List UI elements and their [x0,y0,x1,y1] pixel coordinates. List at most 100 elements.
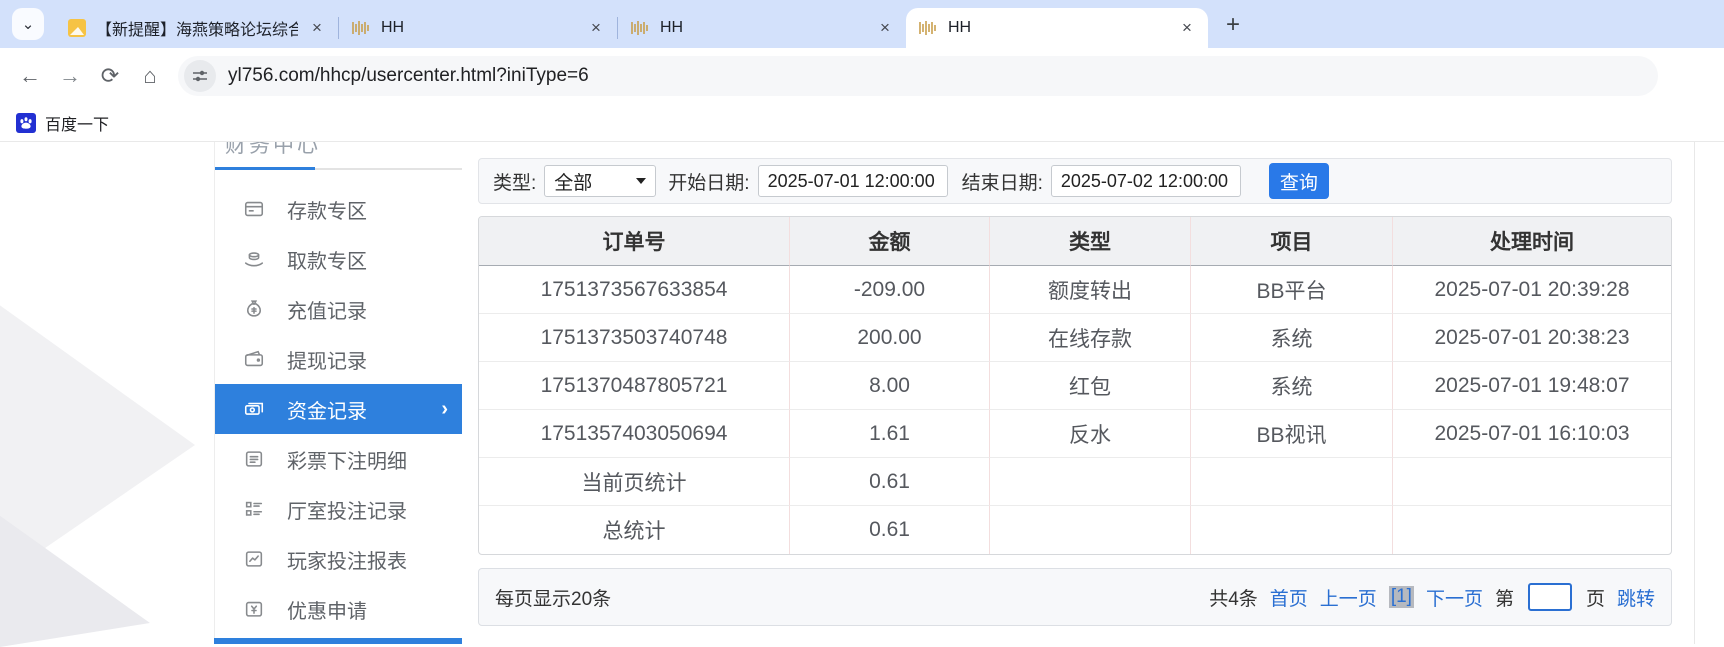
sidebar-item-recharge-records[interactable]: 充值记录 [215,284,462,334]
browser-tab-hh-1[interactable]: HH × [339,8,617,48]
filter-bar: 类型: 全部 开始日期: 结束日期: 查询 [478,158,1672,204]
cell-order-no: 1751373567633854 [479,266,790,314]
moneybag-icon [243,298,265,320]
browser-tab-hh-active[interactable]: HH × [906,8,1208,48]
jump-link[interactable]: 跳转 [1617,584,1655,611]
reload-button[interactable]: ⟳ [90,56,130,96]
sidebar-item-label: 彩票下注明细 [287,445,407,474]
sidebar-item-withdraw-records[interactable]: 提现记录 [215,334,462,384]
browser-tab-bar: ⌄ 【新提醒】海燕策略论坛综合交 × HH × HH × HH × + [0,0,1724,48]
chevron-right-icon: › [441,398,448,421]
close-icon[interactable]: × [876,18,894,38]
page-size-text: 每页显示20条 [495,584,611,611]
cell-empty [1393,506,1671,554]
start-date-label: 开始日期: [668,168,749,195]
reload-icon: ⟳ [101,63,119,89]
first-page-link[interactable]: 首页 [1270,584,1308,611]
end-date-input[interactable] [1051,165,1241,197]
forward-button[interactable]: → [50,56,90,96]
cell-amount: 0.61 [790,458,990,506]
browser-tab-forum[interactable]: 【新提醒】海燕策略论坛综合交 × [56,8,338,48]
cell-order-no: 1751357403050694 [479,410,790,458]
tune-icon [191,67,209,85]
back-button[interactable]: ← [10,56,50,96]
coupon-icon [243,598,265,620]
new-tab-button[interactable]: + [1216,8,1250,42]
sidebar-item-hall-bet-records[interactable]: 厅室投注记录 [215,484,462,534]
main-panel: 类型: 全部 开始日期: 结束日期: 查询 订单号 金额 类型 项目 处理时间 … [478,158,1672,626]
sidebar-item-label: 充值记录 [287,295,367,324]
cell-type: 在线存款 [990,314,1191,362]
cash-icon [243,398,265,420]
total-count-text: 共4条 [1209,584,1258,611]
withdraw-hand-icon [243,248,265,270]
cell-empty [990,506,1191,554]
tab-search-button[interactable]: ⌄ [12,8,44,40]
sidebar-item-withdraw-zone[interactable]: 取款专区 [215,234,462,284]
address-bar[interactable]: yl756.com/hhcp/usercenter.html?iniType=6 [178,56,1658,96]
table-row-total-summary: 总统计 0.61 [479,506,1671,554]
col-header-amount: 金额 [790,217,990,266]
home-icon: ⌂ [143,63,156,89]
cell-summary-label: 当前页统计 [479,458,790,506]
current-page-indicator[interactable]: [1] [1389,586,1414,608]
tab-title: HH [381,19,577,37]
cell-process-time: 2025-07-01 19:48:07 [1393,362,1671,410]
close-icon[interactable]: × [587,18,605,38]
tab-title: 【新提醒】海燕策略论坛综合交 [96,16,298,40]
sidebar-bottom-active-strip [214,638,462,644]
sidebar-heading-clipped: 财务中心 [215,142,462,155]
site-settings-chip[interactable] [184,60,216,92]
cell-amount: 8.00 [790,362,990,410]
col-header-type: 类型 [990,217,1191,266]
close-icon[interactable]: × [1178,18,1196,38]
cell-process-time: 2025-07-01 20:38:23 [1393,314,1671,362]
type-select[interactable]: 全部 [544,165,656,197]
cell-empty [1191,506,1393,554]
col-header-project: 项目 [1191,217,1393,266]
jump-suffix-text: 页 [1586,584,1605,611]
sidebar-item-deposit-zone[interactable]: 存款专区 [215,184,462,234]
cell-project: 系统 [1191,314,1393,362]
tab-title: HH [660,19,866,37]
browser-tab-hh-2[interactable]: HH × [618,8,906,48]
cell-amount: 200.00 [790,314,990,362]
cell-project: BB平台 [1191,266,1393,314]
home-button[interactable]: ⌂ [130,56,170,96]
table-row-page-summary: 当前页统计 0.61 [479,458,1671,506]
page-content: 财务中心 存款专区 取款专区 充值记录 提现记录 资金记录 [0,142,1724,644]
deposit-card-icon [243,198,265,220]
pager: 共4条 首页 上一页 [1] 下一页 第 页 跳转 [1209,583,1655,611]
funds-table: 订单号 金额 类型 项目 处理时间 1751373567633854 -209.… [478,216,1672,555]
jump-prefix-text: 第 [1495,584,1514,611]
table-row: 1751373567633854 -209.00 额度转出 BB平台 2025-… [479,266,1671,314]
sidebar-item-promo-application[interactable]: 优惠申请 [215,584,462,634]
hh-favicon-icon [918,20,938,36]
search-button[interactable]: 查询 [1269,163,1329,199]
type-label: 类型: [493,168,536,195]
sidebar-item-label: 厅室投注记录 [287,495,407,524]
table-row: 1751373503740748 200.00 在线存款 系统 2025-07-… [479,314,1671,362]
cell-amount: -209.00 [790,266,990,314]
plus-icon: + [1226,11,1240,39]
start-date-input[interactable] [758,165,948,197]
prev-page-link[interactable]: 上一页 [1320,584,1377,611]
url-text: yl756.com/hhcp/usercenter.html?iniType=6 [228,65,589,87]
close-icon[interactable]: × [308,18,326,38]
bookmark-baidu[interactable]: 百度一下 [45,111,109,135]
sidebar-item-player-bet-report[interactable]: 玩家投注报表 [215,534,462,584]
chevron-down-icon: ⌄ [22,15,35,33]
next-page-link[interactable]: 下一页 [1426,584,1483,611]
cell-process-time: 2025-07-01 16:10:03 [1393,410,1671,458]
sidebar-item-label: 取款专区 [287,245,367,274]
sidebar-item-label: 优惠申请 [287,595,367,624]
jump-page-input[interactable] [1528,583,1572,611]
sidebar-item-lottery-bet-details[interactable]: 彩票下注明细 [215,434,462,484]
cell-type: 额度转出 [990,266,1191,314]
back-icon: ← [19,63,41,89]
sidebar-item-fund-records[interactable]: 资金记录 › [215,384,462,434]
table-row: 1751370487805721 8.00 红包 系统 2025-07-01 1… [479,362,1671,410]
cell-summary-label: 总统计 [479,506,790,554]
cell-order-no: 1751373503740748 [479,314,790,362]
browser-toolbar: ← → ⟳ ⌂ yl756.com/hhcp/usercenter.html?i… [0,48,1724,104]
